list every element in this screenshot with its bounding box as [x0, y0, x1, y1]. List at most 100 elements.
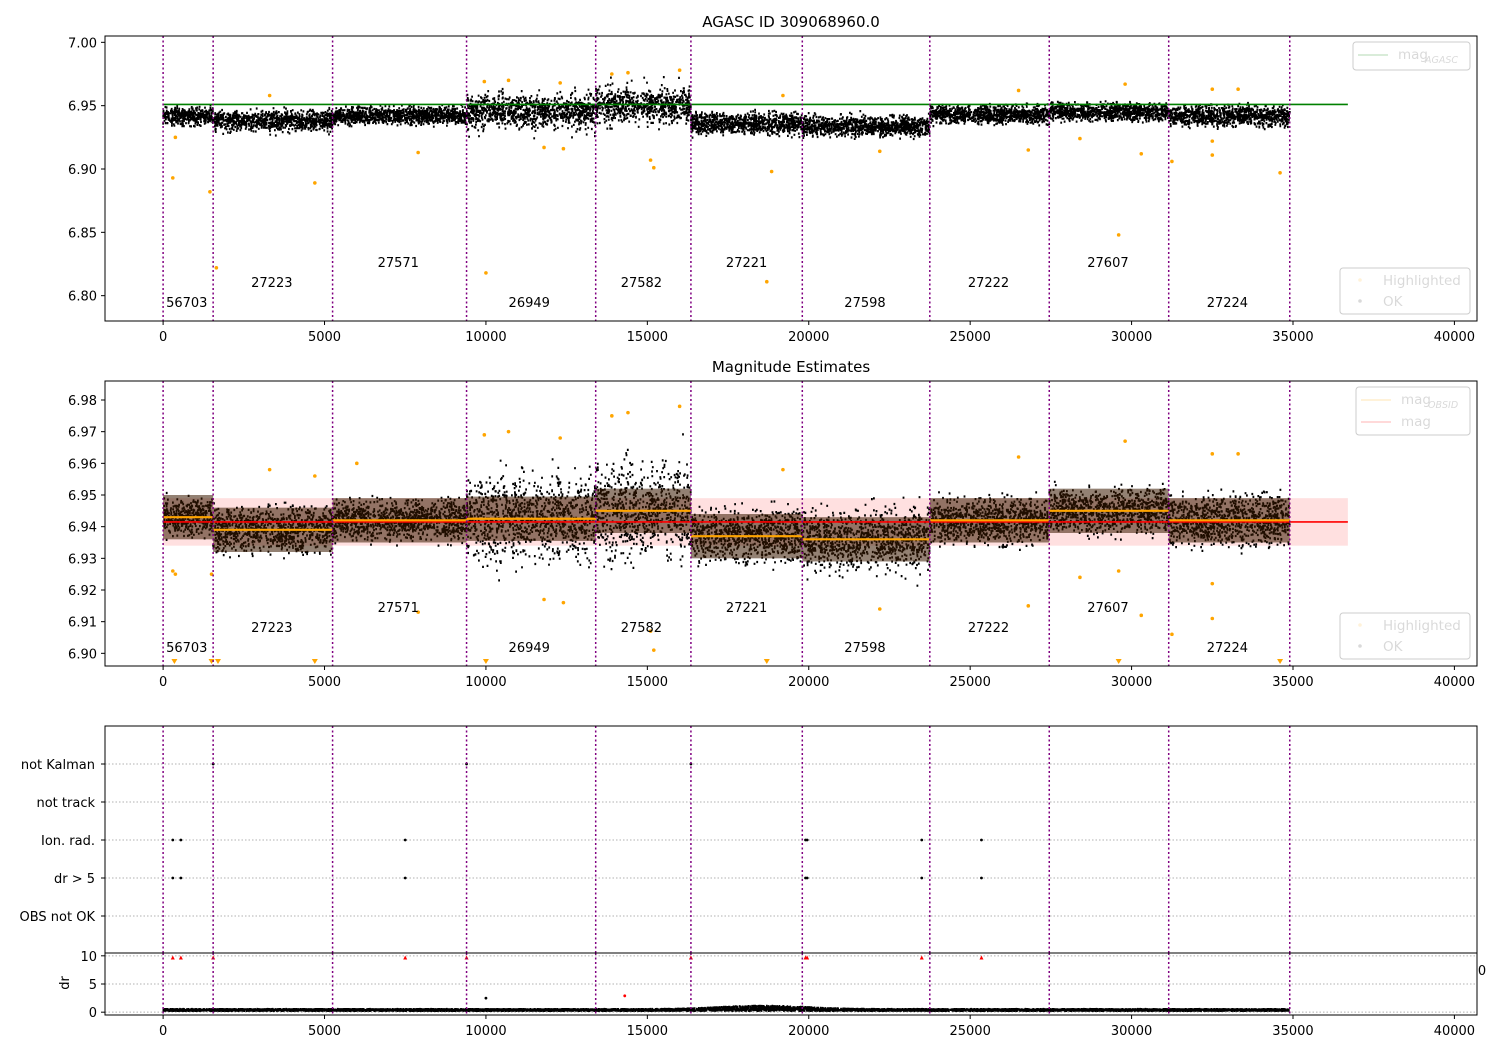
flag-label: dr > 5: [54, 872, 95, 887]
x-tick-label: 25000: [949, 330, 990, 345]
y-tick-label: 6.85: [68, 226, 97, 241]
x-tick-label: 20000: [788, 675, 829, 690]
highlighted-point: [781, 93, 785, 98]
below-range-marker: [1277, 659, 1284, 664]
flag-point: [920, 876, 924, 880]
obsid-label-27221: 27221: [726, 256, 767, 271]
highlighted-point: [355, 461, 359, 466]
highlighted-point: [769, 169, 774, 174]
flag-point: [805, 876, 809, 880]
highlighted-point: [1078, 575, 1082, 580]
obsid-label-26949: 26949: [509, 296, 550, 311]
x-tick-label: 15000: [627, 330, 668, 345]
highlighted-point: [208, 190, 212, 194]
highlighted-point: [1016, 455, 1021, 459]
highlighted-point: [170, 176, 175, 180]
x-tick-label: 25000: [949, 675, 990, 690]
highlighted-point: [610, 72, 614, 76]
highlighted-point: [677, 68, 682, 72]
highlighted-point: [170, 569, 175, 573]
below-range-marker: [311, 659, 318, 664]
x-tick-label: 0: [159, 1024, 167, 1039]
highlighted-point: [1139, 152, 1144, 156]
highlighted-point: [610, 414, 614, 418]
highlighted-point: [1170, 159, 1174, 164]
x-tick-label: 5000: [308, 330, 341, 345]
highlighted-point: [214, 266, 219, 270]
highlighted-point: [542, 597, 546, 602]
x-tick-label: 30000: [1111, 330, 1152, 345]
y-tick-label: 0: [89, 1006, 97, 1021]
flag-point: [179, 876, 183, 880]
x-tick-label: 40000: [1434, 1024, 1475, 1039]
dr-clipped-marker: [919, 955, 924, 960]
highlighted-point: [558, 81, 562, 85]
highlighted-point: [1210, 87, 1215, 91]
highlighted-point: [626, 410, 630, 415]
highlighted-point: [652, 648, 656, 652]
y-tick-label: 5: [89, 978, 97, 993]
highlighted-point: [1139, 613, 1144, 618]
below-range-marker: [763, 659, 770, 664]
highlighted-point: [267, 93, 272, 98]
obsid-label-27607: 27607: [1087, 601, 1128, 616]
highlighted-point: [482, 79, 487, 84]
x-tick-label: 10000: [465, 1024, 506, 1039]
highlighted-point: [1026, 148, 1031, 152]
obsid-label-27571: 27571: [378, 601, 419, 616]
chart-title: AGASC ID 309068960.0: [702, 13, 880, 31]
highlighted-point: [1210, 581, 1215, 586]
y-tick-label: 7.00: [68, 36, 97, 51]
y-tick-label: 6.91: [68, 616, 97, 631]
y-tick-label: 6.95: [68, 489, 97, 504]
dr-outlier: [623, 994, 627, 998]
x-tick-label: 15000: [627, 1024, 668, 1039]
highlighted-point: [648, 158, 653, 162]
highlighted-point: [1236, 452, 1240, 456]
flag-point: [171, 838, 175, 842]
x-tick-label: 40000: [1434, 330, 1475, 345]
y-tick-label: 10: [80, 950, 97, 965]
x-tick-label: 5000: [308, 1024, 341, 1039]
y-tick-label: 6.90: [68, 647, 97, 662]
obsid-label-27222: 27222: [968, 276, 1009, 291]
dr-axis-label: dr: [58, 976, 73, 990]
highlighted-point: [877, 607, 882, 611]
below-range-marker: [171, 659, 178, 664]
highlighted-point: [313, 181, 317, 185]
highlighted-point: [173, 572, 178, 576]
obsid-label-27223: 27223: [251, 621, 292, 636]
highlighted-point: [677, 404, 682, 409]
highlighted-point: [1078, 136, 1082, 141]
dr-points: [162, 1004, 1290, 1012]
cut-off-tick-label: 0: [1478, 964, 1486, 979]
legend-box: [1339, 612, 1471, 660]
highlighted-point: [267, 467, 272, 472]
highlighted-point: [1210, 139, 1215, 143]
obsid-label-27223: 27223: [251, 276, 292, 291]
flag-label: Ion. rad.: [41, 834, 95, 849]
obsid-label-27598: 27598: [844, 296, 885, 311]
legend-box: [1352, 41, 1471, 71]
highlighted-point: [484, 271, 488, 275]
highlighted-point: [1210, 452, 1215, 456]
below-range-marker: [214, 659, 221, 664]
legend-box: [1339, 267, 1471, 315]
flag-point: [403, 838, 407, 842]
dr-outlier: [484, 996, 488, 1000]
obsid-label-27222: 27222: [968, 621, 1009, 636]
obsid-label-27582: 27582: [621, 276, 662, 291]
x-tick-label: 20000: [788, 330, 829, 345]
x-tick-label: 40000: [1434, 675, 1475, 690]
highlighted-point: [1236, 87, 1240, 91]
highlighted-point: [764, 279, 769, 284]
y-tick-label: 6.94: [68, 521, 97, 536]
highlighted-point: [561, 600, 566, 605]
obsid-label-56703: 56703: [166, 641, 207, 656]
obsid-label-27224: 27224: [1207, 296, 1248, 311]
panels: 56703 27223 27571 26949 27582 27221 27598 27222…: [20, 13, 1487, 1039]
x-tick-label: 35000: [1272, 1024, 1313, 1039]
highlighted-point: [781, 467, 785, 472]
plot-area: [105, 36, 1477, 321]
highlighted-point: [313, 474, 317, 478]
